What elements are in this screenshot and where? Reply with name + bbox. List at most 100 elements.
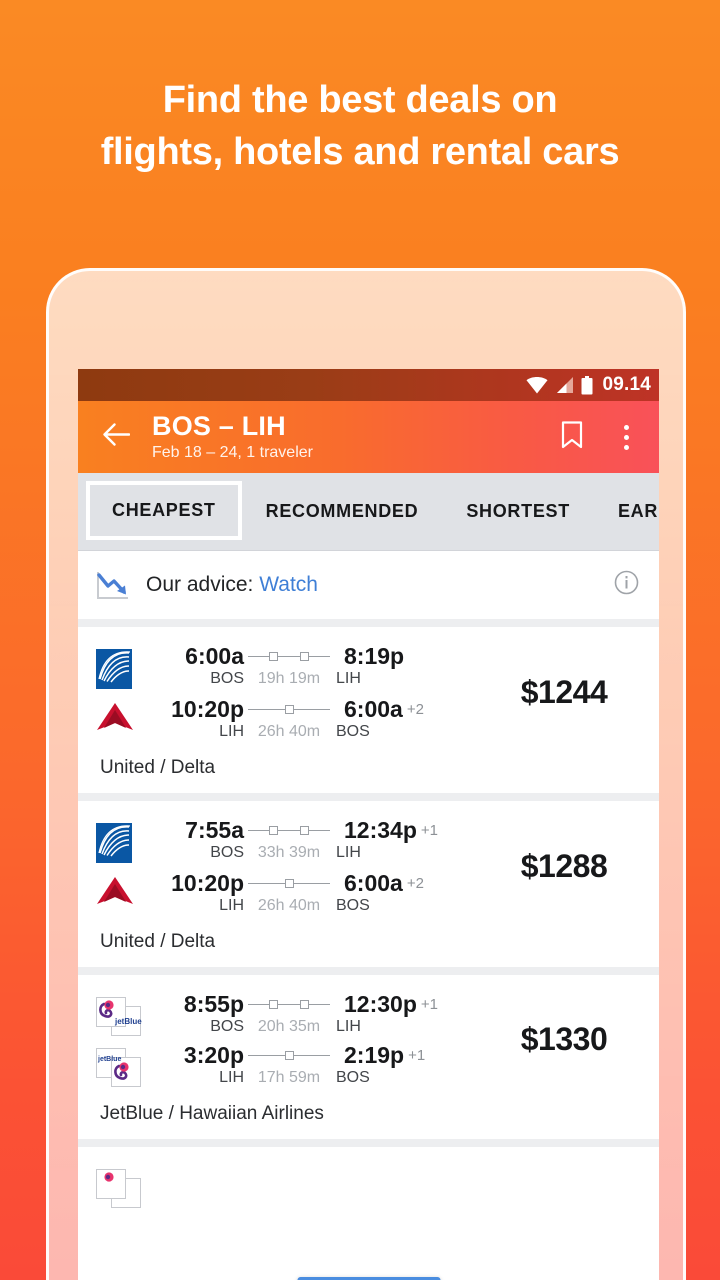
tab-recommended[interactable]: RECOMMENDED	[242, 473, 443, 550]
airline-logo-cell	[96, 817, 158, 864]
svg-text:jetBlue: jetBlue	[114, 1017, 142, 1026]
card-main-row	[78, 1163, 659, 1208]
arrive-time: 6:00a	[344, 696, 403, 722]
depart-airport: LIH	[219, 723, 244, 740]
delta-logo	[96, 703, 134, 736]
itinerary-legs: 7:55a 12:34p +1 BOS 33h 39m LIH 10:20p 6…	[96, 817, 489, 915]
depart-time: 8:55p	[183, 991, 244, 1017]
stops-indicator-2	[248, 825, 330, 835]
depart-airport: LIH	[219, 1069, 244, 1086]
arrive-time: 6:00a	[344, 870, 403, 896]
delta-logo	[96, 877, 134, 910]
card-main-row: 7:55a 12:34p +1 BOS 33h 39m LIH 10:20p 6…	[78, 817, 659, 915]
trend-down-icon	[96, 570, 142, 600]
airline-logo-cell	[96, 643, 158, 690]
depart-time: 6:00a	[185, 643, 244, 669]
back-button[interactable]	[94, 415, 138, 459]
carrier-names: United / Delta	[100, 931, 216, 952]
flight-result-card-partial[interactable]	[78, 1147, 659, 1208]
day-offset: +2	[406, 874, 424, 892]
itinerary-price: $1244	[520, 673, 608, 710]
itinerary-legs	[96, 1163, 639, 1208]
carrier-names: United / Delta	[100, 757, 216, 778]
itinerary-legs: 6:00a 8:19p BOS 19h 19m LIH 10:20p 6:00a…	[96, 643, 489, 741]
leg-duration: 19h 19m	[257, 670, 321, 687]
depart-time: 10:20p	[171, 870, 244, 896]
overflow-menu-button[interactable]	[607, 415, 645, 459]
depart-airport: LIH	[219, 897, 244, 914]
depart-airport: BOS	[210, 1018, 244, 1035]
airline-logo-cell	[96, 1163, 158, 1208]
arrive-time: 12:34p	[344, 817, 417, 843]
depart-time: 7:55a	[185, 817, 244, 843]
info-icon[interactable]	[614, 570, 639, 600]
arrive-airport: BOS	[336, 1069, 370, 1086]
leg-code-row: LIH 26h 40m BOS	[158, 723, 489, 741]
promo-line-1: Find the best deals on	[162, 79, 558, 121]
leg-code-row: LIH 26h 40m BOS	[158, 897, 489, 915]
stops-indicator-2	[248, 999, 330, 1009]
advice-action-link[interactable]: Watch	[259, 573, 318, 596]
leg-times: 10:20p 6:00a +2 LIH 26h 40m BOS	[158, 696, 489, 741]
app-bar: BOS – LIH Feb 18 – 24, 1 traveler	[78, 401, 659, 473]
carrier-names: JetBlue / Hawaiian Airlines	[100, 1103, 324, 1124]
flight-result-card[interactable]: jetBlue 8:55p 12:30p +1 BOS 20h 35m LIH …	[78, 975, 659, 1139]
page-title: BOS – LIH	[152, 410, 286, 441]
flight-leg: 10:20p 6:00a +2 LIH 26h 40m BOS	[96, 870, 489, 915]
flight-leg: jetBlue 3:20p 2:19p +1 LIH 17h 59m BOS	[96, 1042, 489, 1087]
bookmark-button[interactable]	[553, 415, 591, 459]
price-advice-bar[interactable]: Our advice: Watch	[78, 551, 659, 627]
page-subtitle: Feb 18 – 24, 1 traveler	[152, 443, 313, 461]
arrive-time: 2:19p	[344, 1042, 405, 1068]
app-bar-titles: BOS – LIH Feb 18 – 24, 1 traveler	[138, 411, 553, 464]
leg-duration: 33h 39m	[257, 844, 321, 861]
leg-code-row: BOS 20h 35m LIH	[158, 1018, 489, 1036]
depart-airport: BOS	[210, 670, 244, 687]
stops-indicator-2	[248, 651, 330, 661]
arrive-airport: LIH	[336, 1018, 361, 1035]
more-vertical-icon	[623, 424, 629, 450]
cellular-signal-icon	[555, 376, 574, 394]
advice-text: Our advice: Watch	[142, 573, 614, 597]
flight-results-list: 6:00a 8:19p BOS 19h 19m LIH 10:20p 6:00a…	[78, 627, 659, 1208]
stops-indicator-1	[248, 878, 330, 888]
flight-leg: jetBlue 8:55p 12:30p +1 BOS 20h 35m LIH	[96, 991, 489, 1036]
tab-shortest[interactable]: SHORTEST	[442, 473, 594, 550]
wifi-icon	[526, 376, 548, 394]
arrive-airport: LIH	[336, 670, 361, 687]
flight-leg: 10:20p 6:00a +2 LIH 26h 40m BOS	[96, 696, 489, 741]
phone-frame: 09.14 BOS – LIH Feb 18 – 24, 1 traveler	[46, 268, 686, 1280]
tab-earliest[interactable]: EARL	[594, 473, 659, 550]
tab-cheapest[interactable]: CHEAPEST	[86, 481, 242, 540]
leg-duration: 20h 35m	[257, 1018, 321, 1035]
status-bar: 09.14	[78, 369, 659, 401]
sort-tabs[interactable]: CHEAPEST RECOMMENDED SHORTEST EARL	[78, 473, 659, 551]
phone-screen: 09.14 BOS – LIH Feb 18 – 24, 1 traveler	[78, 369, 659, 1280]
arrive-airport: LIH	[336, 844, 361, 861]
flight-leg: 7:55a 12:34p +1 BOS 33h 39m LIH	[96, 817, 489, 864]
airline-logo-cell: jetBlue	[96, 991, 158, 1036]
stops-indicator-1	[248, 704, 330, 714]
leg-time-row: 10:20p 6:00a +2	[158, 870, 489, 896]
leg-code-row: BOS 33h 39m LIH	[158, 844, 489, 862]
airline-logo-cell: jetBlue	[96, 1042, 158, 1087]
stops-indicator-1	[248, 1050, 330, 1060]
airline-logo-cell	[96, 870, 158, 911]
leg-times: 6:00a 8:19p BOS 19h 19m LIH	[158, 643, 489, 688]
day-offset: +1	[408, 1046, 426, 1064]
promo-line-2: flights, hotels and rental cars	[100, 131, 620, 173]
leg-times: 7:55a 12:34p +1 BOS 33h 39m LIH	[158, 817, 489, 862]
depart-time: 3:20p	[183, 1042, 244, 1068]
leg-time-row: 7:55a 12:34p +1	[158, 817, 489, 843]
leg-times: 8:55p 12:30p +1 BOS 20h 35m LIH	[158, 991, 489, 1036]
promo-headline: Find the best deals on flights, hotels a…	[0, 74, 720, 178]
flight-result-card[interactable]: 7:55a 12:34p +1 BOS 33h 39m LIH 10:20p 6…	[78, 801, 659, 967]
itinerary-price: $1330	[520, 1020, 608, 1057]
bookmark-icon	[561, 420, 583, 454]
leg-time-row: 3:20p 2:19p +1	[158, 1042, 489, 1068]
flight-result-card[interactable]: 6:00a 8:19p BOS 19h 19m LIH 10:20p 6:00a…	[78, 627, 659, 793]
card-main-row: 6:00a 8:19p BOS 19h 19m LIH 10:20p 6:00a…	[78, 643, 659, 741]
united-logo	[96, 823, 132, 863]
itinerary-legs: jetBlue 8:55p 12:30p +1 BOS 20h 35m LIH …	[96, 991, 489, 1087]
arrow-back-icon	[102, 423, 130, 451]
